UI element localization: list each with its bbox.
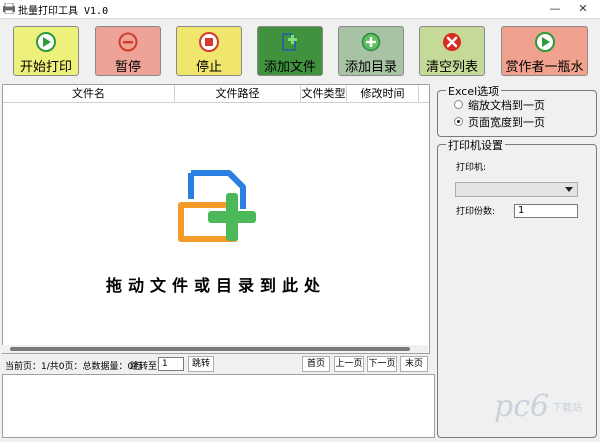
horizontal-scrollbar[interactable] (2, 345, 428, 353)
add-file-label: 添加文件 (263, 60, 316, 75)
column-header-path[interactable]: 文件路径 (175, 85, 301, 103)
fit-width-radio[interactable] (454, 117, 463, 126)
play-icon (36, 32, 56, 52)
drop-zone[interactable]: 拖动文件或目录到此处 (3, 103, 429, 347)
printer-settings-group: 打印机设置 打印机: 打印份数: 1 pc6 下载站 (437, 137, 597, 438)
page-status: 当前页：1/共0页：总数据量：0行 (5, 362, 143, 372)
toolbar: 开始打印 暂停 停止 添加文件 添加目录 清空列表 赏作者一瓶水 (0, 19, 600, 83)
fit-width-label[interactable]: 页面宽度到一页 (468, 114, 545, 130)
pause-button[interactable]: 暂停 (95, 26, 161, 76)
column-header-type[interactable]: 文件类型 (301, 85, 347, 103)
stop-button[interactable]: 停止 (176, 26, 242, 76)
donate-button[interactable]: 赏作者一瓶水 (501, 26, 588, 76)
drop-hint: 拖动文件或目录到此处 (105, 276, 326, 295)
copies-label: 打印份数: (456, 207, 496, 217)
column-header-extra (419, 85, 429, 103)
stop-icon (199, 32, 219, 52)
scrollbar-thumb[interactable] (10, 347, 410, 351)
copies-input[interactable]: 1 (514, 204, 578, 218)
close-window-button[interactable]: ✕ (570, 0, 596, 18)
watermark-logo: pc6 下载站 (494, 389, 592, 433)
minimize-button[interactable]: — (542, 0, 568, 18)
column-header-filename[interactable]: 文件名 (3, 85, 175, 103)
printer-settings-title: 打印机设置 (446, 137, 505, 153)
donate-label: 赏作者一瓶水 (505, 60, 584, 75)
add-dir-label: 添加目录 (344, 60, 397, 75)
excel-options-group: Excel选项 缩放文档到一页 页面宽度到一页 (437, 83, 597, 137)
app-icon (3, 3, 15, 14)
start-print-button[interactable]: 开始打印 (13, 26, 79, 76)
plus-icon (361, 32, 381, 52)
last-page-button[interactable]: 末页 (400, 356, 428, 372)
pager: 当前页：1/共0页：总数据量：0行 跳转至 1 跳转 首页 上一页 下一页 末页 (2, 355, 430, 373)
add-dir-button[interactable]: 添加目录 (338, 26, 404, 76)
jump-button[interactable]: 跳转 (188, 356, 214, 372)
window-title: 批量打印工具 V1.0 (18, 6, 109, 17)
next-page-button[interactable]: 下一页 (367, 356, 397, 372)
first-page-button[interactable]: 首页 (302, 356, 330, 372)
minus-icon (118, 32, 138, 52)
printer-label: 打印机: (456, 163, 487, 173)
printer-select[interactable] (455, 182, 578, 197)
scale-to-page-label[interactable]: 缩放文档到一页 (468, 97, 545, 113)
file-list[interactable]: 文件名 文件路径 文件类型 修改时间 拖动文件或目录到此处 (2, 84, 430, 354)
jump-label: 跳转至 (130, 362, 158, 372)
title-bar: 批量打印工具 V1.0 — ✕ (0, 0, 600, 19)
column-header-mtime[interactable]: 修改时间 (347, 85, 419, 103)
add-file-icon (282, 33, 297, 51)
add-file-button[interactable]: 添加文件 (257, 26, 323, 76)
watermark-text: pc6 (494, 389, 550, 424)
pause-label: 暂停 (114, 60, 141, 75)
close-icon (443, 33, 461, 51)
watermark-sub: 下载站 (552, 403, 582, 414)
log-panel[interactable] (2, 374, 435, 438)
play-icon (534, 32, 555, 52)
chevron-down-icon (565, 187, 573, 192)
clear-list-button[interactable]: 清空列表 (419, 26, 485, 76)
stop-label: 停止 (195, 60, 222, 75)
start-print-label: 开始打印 (19, 60, 72, 75)
page-input[interactable]: 1 (158, 357, 184, 371)
add-files-icon (178, 170, 256, 242)
scale-to-page-radio[interactable] (454, 100, 463, 109)
clear-list-label: 清空列表 (425, 60, 478, 75)
prev-page-button[interactable]: 上一页 (334, 356, 364, 372)
